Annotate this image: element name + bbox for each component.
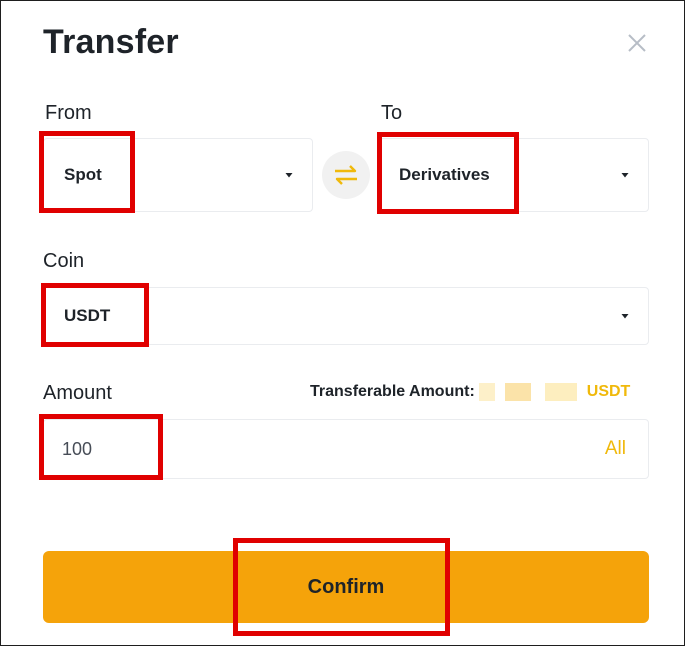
from-selected-value: Spot [64,165,102,184]
coin-label: Coin [43,250,85,272]
amount-field[interactable]: All [43,419,649,479]
caret-down-icon [284,170,294,180]
dialog-title: Transfer [43,23,179,61]
caret-down-icon [620,311,630,321]
swap-button[interactable] [322,151,370,199]
coin-selected-value: USDT [64,306,111,325]
transferable-unit: USDT [586,383,631,400]
transfer-dialog: Transfer From Spot To Derivatives Coin U… [0,0,685,646]
confirm-button[interactable]: Confirm [43,551,649,623]
close-button[interactable] [623,29,651,57]
to-label: To [381,102,403,124]
from-label: From [45,102,92,124]
amount-input[interactable] [44,420,564,478]
from-select[interactable]: Spot [43,138,313,212]
transferable-amount: Transferable Amount: USDT [310,383,630,401]
close-icon [628,34,646,52]
swap-arrows-icon [335,165,357,185]
transferable-value-redacted [478,383,587,401]
to-select[interactable]: Derivatives [378,138,649,212]
amount-label: Amount [43,382,112,404]
caret-down-icon [620,170,630,180]
all-button[interactable]: All [605,438,626,460]
to-selected-value: Derivatives [399,165,490,184]
coin-select[interactable]: USDT [43,287,649,345]
transferable-label: Transferable Amount: [310,383,475,401]
